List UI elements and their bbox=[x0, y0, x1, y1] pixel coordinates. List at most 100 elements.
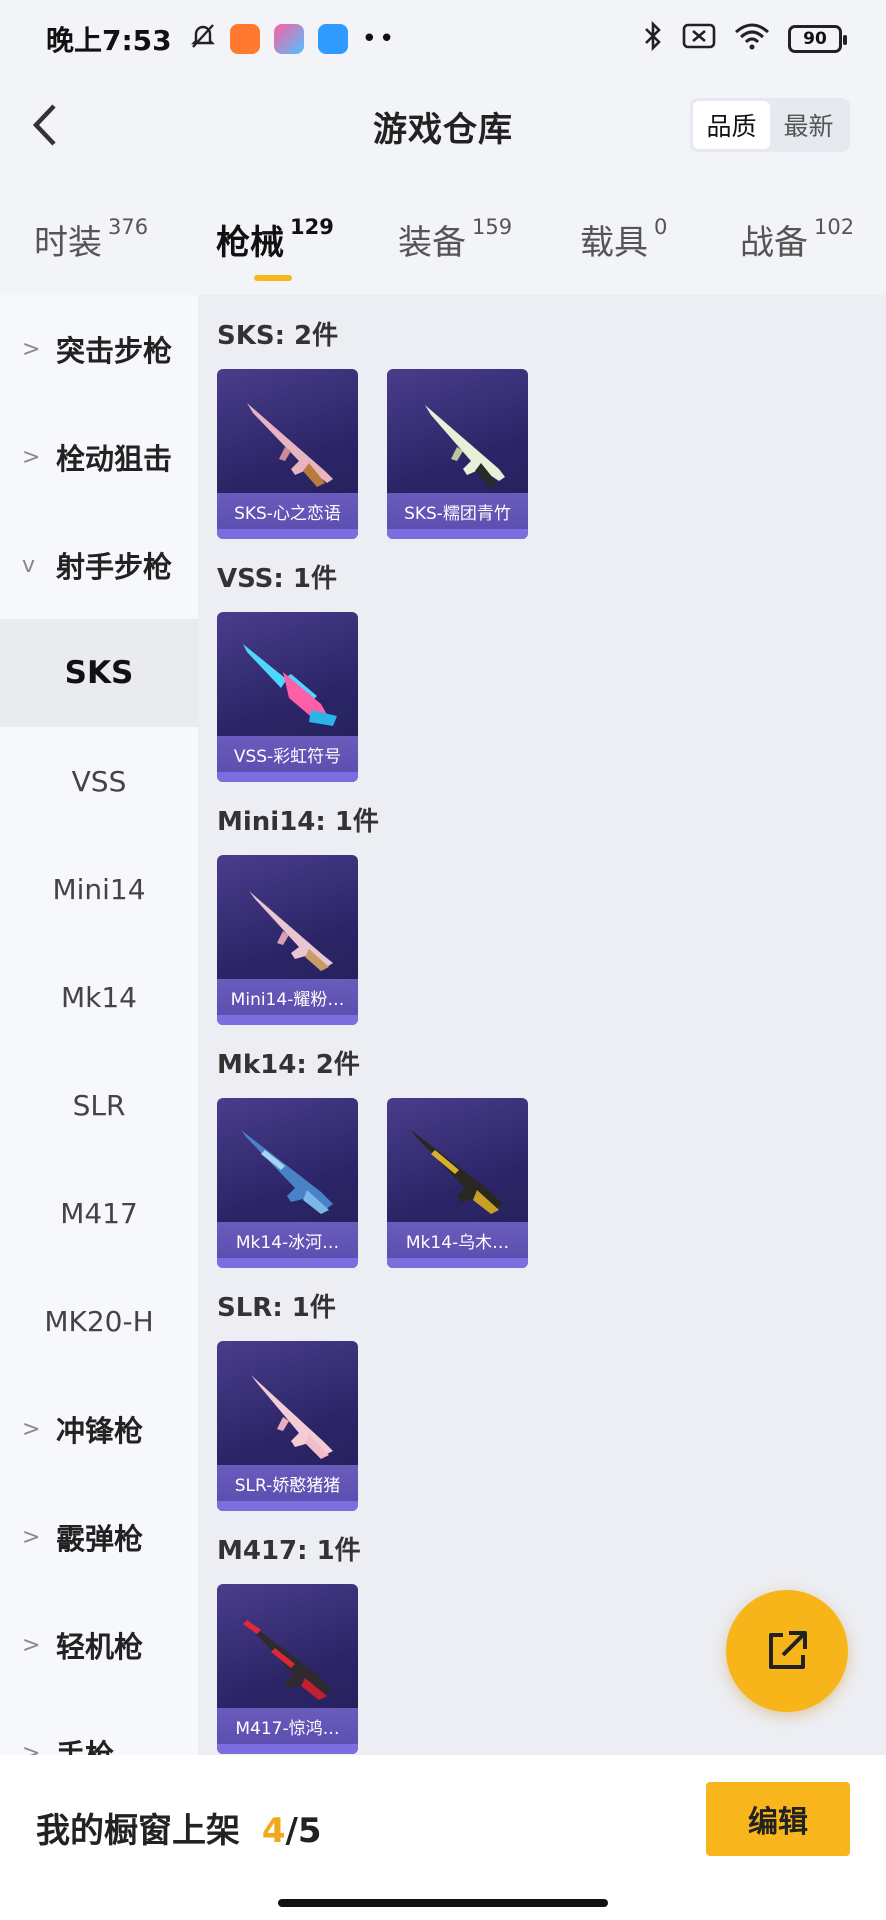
home-indicator[interactable] bbox=[278, 1899, 608, 1907]
game-app-icon bbox=[273, 24, 304, 54]
tab-vehicles[interactable]: 载具 0 bbox=[580, 215, 667, 264]
mute-icon bbox=[188, 21, 218, 58]
group-title: SLR: 1件 bbox=[217, 1293, 336, 1323]
tab-label: 枪械 bbox=[216, 223, 284, 263]
weapon-list: SKS: 2件 SKS-心之恋语 SKS-糯团青竹 VSS: 1件 VSS-彩虹… bbox=[198, 295, 886, 1755]
sidebar-category-label: 霰弹枪 bbox=[56, 1522, 144, 1556]
weapon-name: SLR-娇憨猪猪 bbox=[217, 1465, 358, 1501]
tab-label: 装备 bbox=[398, 223, 466, 263]
shelf-used-count: 4 bbox=[261, 1811, 286, 1851]
tab-count: 102 bbox=[814, 215, 855, 239]
sidebar-category-label: 手枪 bbox=[56, 1738, 115, 1755]
weapon-card[interactable]: Mini14-耀粉… bbox=[217, 855, 358, 1025]
rifle-icon bbox=[249, 891, 333, 971]
chevron-right-icon: > bbox=[22, 1416, 41, 1442]
sidebar-category-pistol[interactable]: > 手枪 bbox=[0, 1699, 198, 1755]
status-bar: 晚上7:53 •• 90 bbox=[0, 0, 886, 78]
external-link-icon bbox=[769, 1631, 807, 1669]
rifle-icon bbox=[247, 403, 333, 487]
chevron-right-icon: > bbox=[22, 1632, 41, 1658]
sidebar-category-smg[interactable]: > 冲锋枪 bbox=[0, 1375, 198, 1483]
tab-label: 战备 bbox=[740, 223, 808, 263]
weapon-name: Mini14-耀粉… bbox=[217, 979, 358, 1015]
sim-icon bbox=[682, 22, 716, 57]
tab-count: 0 bbox=[654, 215, 668, 239]
tab-count: 376 bbox=[108, 215, 149, 239]
card-bar bbox=[217, 1501, 358, 1511]
chevron-right-icon: > bbox=[22, 444, 41, 470]
sidebar-category-label: 冲锋枪 bbox=[56, 1414, 144, 1448]
sidebar-category-assault-rifle[interactable]: > 突击步枪 bbox=[0, 295, 198, 403]
rifle-icon bbox=[251, 1375, 333, 1459]
tab-guns[interactable]: 枪械 129 bbox=[216, 215, 334, 264]
group-title: VSS: 1件 bbox=[217, 564, 337, 594]
weapon-name: SKS-糯团青竹 bbox=[387, 493, 528, 529]
weapon-card[interactable]: SKS-糯团青竹 bbox=[387, 369, 528, 539]
tab-supplies[interactable]: 战备 102 bbox=[740, 215, 854, 264]
sidebar-item-mk20h[interactable]: MK20-H bbox=[0, 1267, 198, 1375]
wifi-icon bbox=[734, 22, 770, 57]
card-bar bbox=[217, 772, 358, 782]
sidebar-category-lmg[interactable]: > 轻机枪 bbox=[0, 1591, 198, 1699]
weapon-card[interactable]: SKS-心之恋语 bbox=[217, 369, 358, 539]
bluetooth-icon bbox=[642, 20, 664, 59]
weapon-card[interactable]: M417-惊鸿… bbox=[217, 1584, 358, 1754]
taobao-app-icon bbox=[229, 24, 260, 54]
rifle-icon bbox=[411, 1130, 503, 1214]
sidebar-category-marksman-rifle[interactable]: v 射手步枪 bbox=[0, 511, 198, 619]
weapon-card[interactable]: SLR-娇憨猪猪 bbox=[217, 1341, 358, 1511]
sidebar-item-sks[interactable]: SKS bbox=[0, 619, 198, 727]
chevron-down-icon: v bbox=[22, 552, 36, 578]
more-dots-icon: •• bbox=[361, 24, 397, 54]
rifle-icon bbox=[243, 1618, 331, 1700]
rifle-icon bbox=[425, 405, 505, 487]
battery-icon: 90 bbox=[788, 25, 847, 53]
sidebar-category-label: 栓动狙击 bbox=[56, 442, 173, 476]
weapon-name: M417-惊鸿… bbox=[217, 1708, 358, 1744]
chevron-right-icon: > bbox=[22, 1740, 41, 1756]
edit-button[interactable]: 编辑 bbox=[706, 1782, 850, 1856]
sidebar-category-label: 突击步枪 bbox=[56, 334, 173, 368]
tab-count: 159 bbox=[472, 215, 513, 239]
share-fab-button[interactable] bbox=[726, 1590, 848, 1712]
sidebar-category-label: 射手步枪 bbox=[56, 550, 173, 584]
status-time: 晚上7:53 bbox=[46, 24, 172, 57]
sidebar-item-m417[interactable]: M417 bbox=[0, 1159, 198, 1267]
weapon-card[interactable]: VSS-彩虹符号 bbox=[217, 612, 358, 782]
tab-fashion[interactable]: 时装 376 bbox=[34, 215, 148, 264]
weapon-name: Mk14-冰河… bbox=[217, 1222, 358, 1258]
sidebar-item-mk14[interactable]: Mk14 bbox=[0, 943, 198, 1051]
tab-label: 载具 bbox=[580, 223, 648, 263]
weapon-card[interactable]: Mk14-乌木… bbox=[387, 1098, 528, 1268]
sort-quality-button[interactable]: 品质 bbox=[693, 101, 770, 149]
group-title: SKS: 2件 bbox=[217, 321, 339, 351]
sidebar-item-slr[interactable]: SLR bbox=[0, 1051, 198, 1159]
sort-newest-button[interactable]: 最新 bbox=[770, 101, 847, 149]
card-bar bbox=[387, 1258, 528, 1268]
header: 游戏仓库 品质 最新 bbox=[0, 78, 886, 174]
card-bar bbox=[217, 1744, 358, 1754]
chat-app-icon bbox=[317, 24, 348, 54]
active-tab-indicator bbox=[254, 275, 292, 281]
rifle-icon bbox=[243, 644, 337, 726]
tab-count: 129 bbox=[290, 215, 334, 239]
tab-label: 时装 bbox=[34, 223, 102, 263]
category-tabs: 时装 376 枪械 129 装备 159 载具 0 战备 102 bbox=[0, 205, 886, 295]
weapon-name: VSS-彩虹符号 bbox=[217, 736, 358, 772]
group-title: Mini14: 1件 bbox=[217, 807, 379, 837]
weapon-card[interactable]: Mk14-冰河… bbox=[217, 1098, 358, 1268]
tab-equipment[interactable]: 装备 159 bbox=[398, 215, 512, 264]
card-bar bbox=[217, 1015, 358, 1025]
sidebar-category-shotgun[interactable]: > 霰弹枪 bbox=[0, 1483, 198, 1591]
chevron-right-icon: > bbox=[22, 1524, 41, 1550]
card-bar bbox=[387, 529, 528, 539]
sidebar-category-bolt-sniper[interactable]: > 栓动狙击 bbox=[0, 403, 198, 511]
sidebar-item-vss[interactable]: VSS bbox=[0, 727, 198, 835]
shelf-total-count: /5 bbox=[285, 1811, 322, 1851]
group-title: M417: 1件 bbox=[217, 1536, 361, 1566]
sort-toggle: 品质 最新 bbox=[690, 98, 850, 152]
weapon-name: SKS-心之恋语 bbox=[217, 493, 358, 529]
weapon-category-sidebar: > 突击步枪 > 栓动狙击 v 射手步枪 SKS VSS Mini14 Mk14… bbox=[0, 295, 198, 1755]
chevron-right-icon: > bbox=[22, 336, 41, 362]
sidebar-item-mini14[interactable]: Mini14 bbox=[0, 835, 198, 943]
